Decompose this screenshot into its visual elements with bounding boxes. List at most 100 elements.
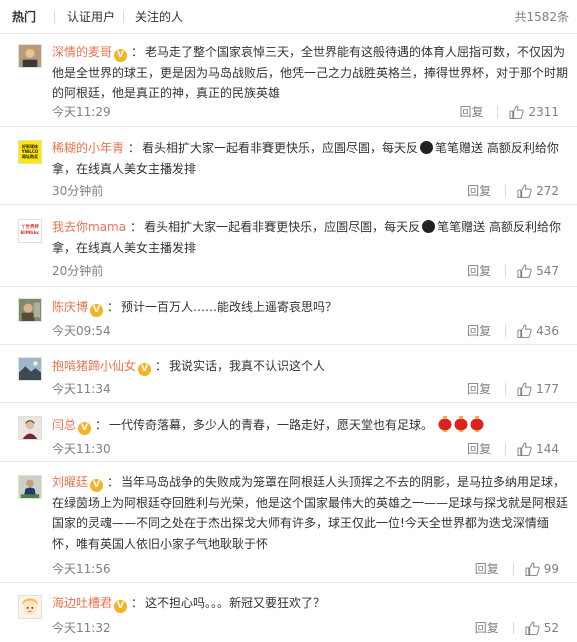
reply-button[interactable]: 回复 (475, 620, 499, 636)
like-button[interactable]: 52 (525, 620, 559, 636)
comment-username[interactable]: 稀糊的小年青 (52, 141, 124, 155)
colon: ： (107, 300, 120, 314)
tab-verified-users[interactable]: 认证用户 (67, 9, 115, 25)
like-count: 177 (536, 382, 559, 396)
comment-text: 这不担心吗。。。新冠又要狂欢了？ (145, 596, 326, 610)
landscape-avatar[interactable] (18, 357, 42, 381)
verified-badge-icon: V (114, 49, 128, 62)
comment-body: 我去你mama：看头相扩大家一起看非賽更快乐，应圄尽圄，每天反 笔笔赠送 高额反利… (52, 217, 569, 258)
comment-text: 预计一百万人……能改线上遥寄哀思吗？ (121, 300, 338, 314)
tab-divider (54, 11, 55, 23)
comment-item: 好彩球体 YNILCO 网址购买 稀糊的小年青 ：看头相扩大家一起看非賽更快乐，应… (0, 127, 577, 205)
verified-badge-icon: V (114, 600, 128, 613)
avatar-text-line: 网址购买 (22, 154, 38, 159)
comment-actions: 回复 547 (467, 263, 559, 279)
reply-button[interactable]: 回复 (467, 441, 491, 457)
comment-text: 我说实话，我真不认识这个人 (169, 359, 326, 373)
action-divider (505, 325, 507, 337)
reply-button[interactable]: 回复 (475, 561, 499, 577)
comment-body: 陈庆博 V：预计一百万人……能改线上遥寄哀思吗？ (52, 297, 569, 318)
reply-button[interactable]: 回复 (467, 263, 491, 279)
like-button[interactable]: 2311 (509, 104, 559, 120)
tab-divider (123, 11, 124, 23)
colon: ： (155, 359, 168, 373)
comment-text: 当年马岛战争的失败成为笼罩在阿根廷人头顶挥之不去的阴影，是马拉多纳用足球，在绿茵… (52, 475, 569, 551)
sport-avatar[interactable] (18, 475, 42, 499)
verified-badge-icon: V (90, 479, 104, 492)
comment-username[interactable]: 闫总 (52, 418, 76, 432)
like-count: 144 (536, 442, 559, 456)
like-count: 2311 (528, 105, 559, 119)
colon: ： (130, 220, 143, 234)
comment-body: 稀糊的小年青：看头相扩大家一起看非賽更快乐，应圄尽圄，每天反 笔笔赠送 高额反利给… (52, 138, 569, 179)
tab-following[interactable]: 关注的人 (135, 9, 183, 25)
comment-actions: 回复 177 (467, 381, 559, 397)
comment-time: 今天11:32 (52, 621, 111, 635)
like-count: 436 (536, 324, 559, 338)
comment-text: 看头相扩大家一起看非賽更快乐，应圄尽圄，每天反 (144, 220, 421, 234)
black-ball-emoji-icon (422, 220, 436, 233)
like-button[interactable]: 272 (517, 183, 559, 199)
white-ad-avatar[interactable]: 丫世界杯 BIMbbc (18, 219, 42, 243)
reply-button[interactable]: 回复 (459, 104, 483, 120)
comment-username[interactable]: 陈庆博 (52, 300, 88, 314)
comment-body: 海边吐槽君 V：这不担心吗。。。新冠又要狂欢了？ (52, 593, 569, 614)
comment-item: 抱啃猪蹄小仙女 V：我说实话，我真不认识这个人 今天11:34 回复 177 (0, 345, 577, 403)
action-divider (505, 383, 507, 395)
thumbs-up-icon (517, 264, 532, 278)
comment-actions: 回复 436 (467, 323, 559, 339)
photo-avatar[interactable] (18, 298, 42, 322)
action-divider (505, 443, 507, 455)
avatar-text-line: BIMbbc (20, 231, 40, 236)
comment-body: 深情的麦哥 V：老马走了整个国家哀悼三天，全世界能有这般待遇的体育人屈指可数，不仅… (52, 42, 569, 104)
like-button[interactable]: 99 (525, 561, 559, 577)
like-button[interactable]: 436 (517, 323, 559, 339)
comment-body: 闫总 V：一代传奇落幕，多少人的青春，一路走好，愿天堂也有足球。 (52, 415, 569, 436)
comment-body: 刘曜廷 V：当年马岛战争的失败成为笼罩在阿根廷人头顶挥之不去的阴影，是马拉多纳用足… (52, 472, 569, 554)
colon: ： (131, 45, 144, 59)
red-lantern-emoji-icon (470, 416, 484, 432)
comment-time: 今天09:54 (52, 324, 111, 338)
reply-button[interactable]: 回复 (467, 323, 491, 339)
yellow-ad-avatar[interactable]: 好彩球体 YNILCO 网址购买 (18, 140, 42, 164)
like-button[interactable]: 177 (517, 381, 559, 397)
thumbs-up-icon (509, 105, 525, 119)
person-avatar[interactable] (18, 416, 42, 440)
red-lantern-emoji-icon (438, 416, 452, 432)
like-count: 272 (536, 184, 559, 198)
comment-text: 看头相扩大家一起看非賽更快乐，应圄尽圄，每天反 (142, 141, 419, 155)
comment-username[interactable]: 抱啃猪蹄小仙女 (52, 359, 136, 373)
like-button[interactable]: 547 (517, 263, 559, 279)
colon: ： (131, 596, 144, 610)
thumbs-up-icon (517, 382, 532, 396)
colon: ： (128, 141, 141, 155)
verified-badge-icon: V (138, 363, 152, 376)
verified-badge-icon: V (90, 304, 104, 317)
comment-text: 老马走了整个国家哀悼三天，全世界能有这般待遇的体育人屈指可数，不仅因为他是全世界… (52, 45, 569, 100)
red-lantern-emoji-icon (454, 416, 468, 432)
comment-username[interactable]: 我去你mama (52, 220, 126, 234)
comment-actions: 回复 144 (467, 441, 559, 457)
portrait-avatar[interactable] (18, 44, 42, 68)
reply-button[interactable]: 回复 (467, 183, 491, 199)
thumbs-up-icon (525, 621, 540, 635)
comment-username[interactable]: 刘曜廷 (52, 475, 88, 489)
comment-text: 一代传奇落幕，多少人的青春，一路走好，愿天堂也有足球。 (109, 418, 434, 432)
cartoon-avatar[interactable] (18, 595, 42, 619)
thumbs-up-icon (525, 562, 540, 576)
like-button[interactable]: 144 (517, 441, 559, 457)
comment-username[interactable]: 深情的麦哥 (52, 45, 112, 59)
tab-hot[interactable]: 热门 (12, 9, 36, 25)
comment-actions: 回复 272 (467, 183, 559, 199)
comment-item: 刘曜廷 V：当年马岛战争的失败成为笼罩在阿根廷人头顶挥之不去的阴影，是马拉多纳用足… (0, 462, 577, 583)
comment-item: 深情的麦哥 V：老马走了整个国家哀悼三天，全世界能有这般待遇的体育人屈指可数，不仅… (0, 34, 577, 127)
comment-username[interactable]: 海边吐槽君 (52, 596, 112, 610)
action-divider (505, 265, 507, 277)
comment-filter-bar: 热门 认证用户 关注的人 共1582条 (0, 0, 577, 34)
action-divider (512, 563, 514, 575)
comment-time: 今天11:34 (52, 382, 111, 396)
comment-actions: 回复 99 (475, 561, 559, 577)
comment-item: 陈庆博 V：预计一百万人……能改线上遥寄哀思吗？ 今天09:54 回复 436 (0, 287, 577, 345)
thumbs-up-icon (517, 324, 532, 338)
reply-button[interactable]: 回复 (467, 381, 491, 397)
